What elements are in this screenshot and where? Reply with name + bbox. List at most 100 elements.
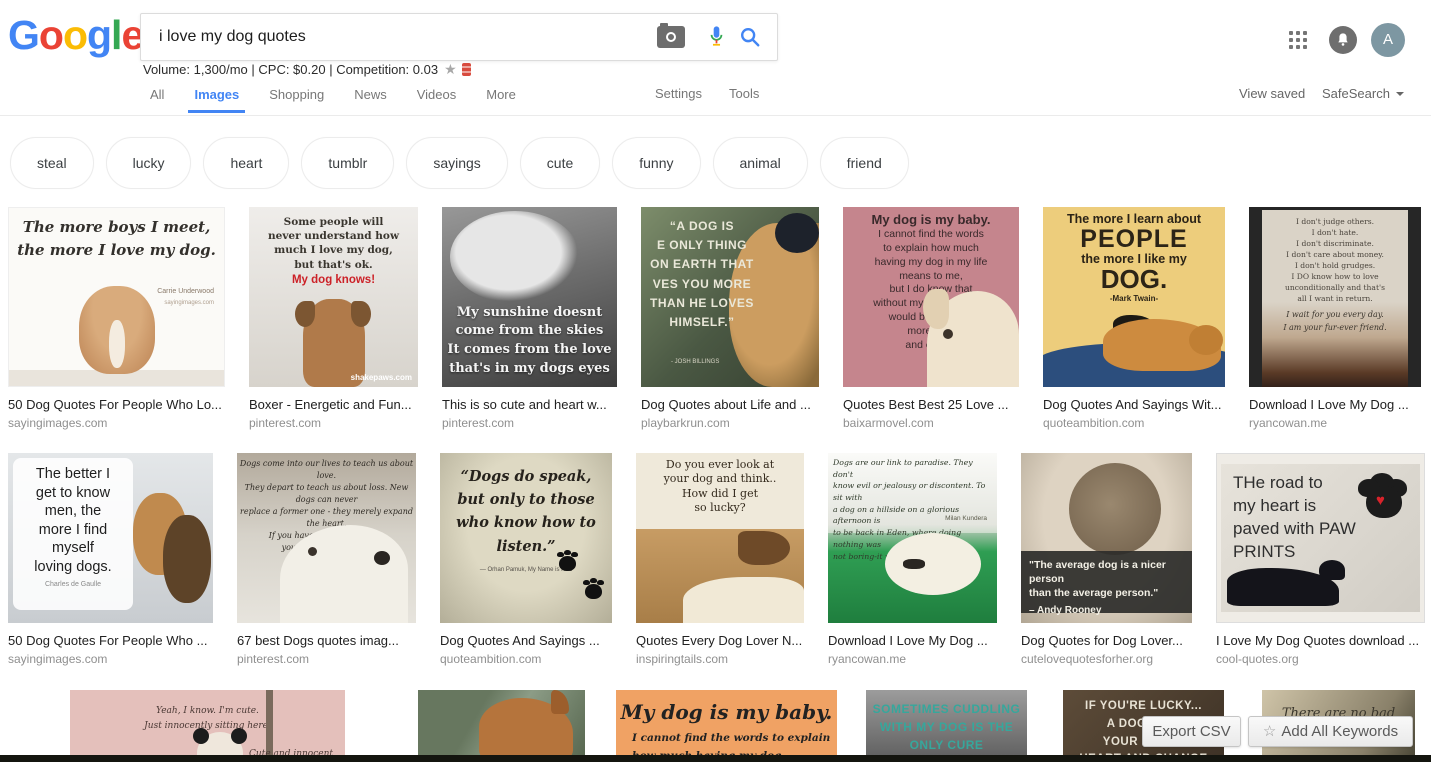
- result-title[interactable]: Download I Love My Dog ...: [1249, 397, 1421, 412]
- chip-cute[interactable]: cute: [520, 137, 600, 189]
- chip-lucky[interactable]: lucky: [106, 137, 192, 189]
- result-domain: inspiringtails.com: [636, 652, 804, 666]
- paw-print-icon: [559, 556, 576, 571]
- keywords-everywhere-icon[interactable]: [462, 63, 471, 76]
- logo-letter: l: [111, 12, 121, 58]
- image-result[interactable]: The more I learn about PEOPLE the more I…: [1043, 207, 1225, 430]
- chip-animal[interactable]: animal: [713, 137, 808, 189]
- image-result[interactable]: Yeah, I know. I'm cute. Just innocently …: [70, 690, 345, 762]
- image-result[interactable]: Do you ever look at your dog and think..…: [636, 453, 804, 666]
- chip-sayings[interactable]: sayings: [406, 137, 507, 189]
- paw-heart-icon: [1366, 486, 1402, 518]
- tab-images[interactable]: Images: [194, 86, 239, 104]
- chip-funny[interactable]: funny: [612, 137, 700, 189]
- result-title[interactable]: Quotes Every Dog Lover N...: [636, 633, 804, 648]
- framed-photo: THe road to my heart is paved with PAW P…: [1221, 464, 1420, 612]
- view-saved-link[interactable]: View saved: [1239, 86, 1305, 101]
- image-result[interactable]: My dog is my baby. I cannot find the wor…: [843, 207, 1019, 430]
- result-title[interactable]: Boxer - Energetic and Fun...: [249, 397, 418, 412]
- image-result[interactable]: SOMETIMES CUDDLING WITH MY DOG IS THE ON…: [866, 690, 1027, 762]
- tab-shopping[interactable]: Shopping: [269, 86, 324, 104]
- tab-all[interactable]: All: [150, 86, 164, 104]
- tab-videos[interactable]: Videos: [417, 86, 457, 104]
- search-icon[interactable]: [739, 26, 761, 53]
- search-bar[interactable]: [140, 13, 778, 61]
- apps-grid-icon[interactable]: [1289, 31, 1308, 50]
- star-icon[interactable]: ★: [444, 61, 457, 77]
- image-result[interactable]: Some people will never understand how mu…: [249, 207, 418, 430]
- chip-friend[interactable]: friend: [820, 137, 909, 189]
- result-title[interactable]: Dog Quotes And Sayings Wit...: [1043, 397, 1225, 412]
- result-title[interactable]: I Love My Dog Quotes download ...: [1216, 633, 1425, 648]
- quote-credit: -Mark Twain-: [1043, 294, 1225, 303]
- quote-line: DOG.: [1043, 266, 1225, 293]
- quote-credit: Carrie Underwood: [157, 288, 214, 295]
- result-thumbnail[interactable]: The more boys I meet, the more I love my…: [8, 207, 225, 387]
- image-result[interactable]: [418, 690, 585, 762]
- safesearch-dropdown[interactable]: SafeSearch: [1322, 86, 1404, 101]
- bottom-dark-strip: [0, 755, 1431, 762]
- result-domain: baixarmovel.com: [843, 416, 1019, 430]
- result-thumbnail[interactable]: The better I get to know men, the more I…: [8, 453, 213, 623]
- result-thumbnail[interactable]: Do you ever look at your dog and think..…: [636, 453, 804, 623]
- image-result[interactable]: My sunshine doesnt come from the skies I…: [442, 207, 617, 430]
- image-result[interactable]: The more boys I meet, the more I love my…: [8, 207, 225, 430]
- result-thumbnail[interactable]: “A DOG IS E ONLY THING ON EARTH THAT VES…: [641, 207, 819, 387]
- image-result[interactable]: I don't judge others. I don't hate. I do…: [1249, 207, 1421, 430]
- result-thumbnail[interactable]: "The average dog is a nicer person than …: [1021, 453, 1192, 623]
- result-title[interactable]: 67 best Dogs quotes imag...: [237, 633, 416, 648]
- image-result[interactable]: My dog is my baby. I cannot find the wor…: [616, 690, 837, 762]
- image-result[interactable]: The better I get to know men, the more I…: [8, 453, 213, 666]
- dog-illustration: [885, 533, 981, 595]
- image-result[interactable]: "The average dog is a nicer person than …: [1021, 453, 1192, 666]
- google-logo[interactable]: Google: [8, 12, 143, 59]
- result-title[interactable]: This is so cute and heart w...: [442, 397, 617, 412]
- result-title[interactable]: Dog Quotes for Dog Lover...: [1021, 633, 1192, 648]
- result-thumbnail[interactable]: My sunshine doesnt come from the skies I…: [442, 207, 617, 387]
- result-thumbnail[interactable]: My dog is my baby. I cannot find the wor…: [843, 207, 1019, 387]
- add-all-keywords-button[interactable]: ☆Add All Keywords: [1248, 716, 1413, 747]
- chevron-down-icon: [1396, 92, 1404, 100]
- quote-text: Yeah, I know. I'm cute. Just innocently …: [70, 690, 345, 735]
- result-thumbnail[interactable]: Some people will never understand how mu…: [249, 207, 418, 387]
- paw-print-icon: [585, 584, 602, 599]
- camera-icon[interactable]: [657, 26, 685, 48]
- pillow-illustration: [683, 577, 804, 623]
- image-result[interactable]: Dogs come into our lives to teach us abo…: [237, 453, 416, 666]
- image-result[interactable]: “Dogs do speak, but only to those who kn…: [440, 453, 612, 666]
- quote-credit: – Andy Rooney: [1029, 605, 1184, 616]
- result-thumbnail[interactable]: Dogs are our link to paradise. They don'…: [828, 453, 997, 623]
- tab-news[interactable]: News: [354, 86, 387, 104]
- export-csv-button[interactable]: Export CSV: [1142, 716, 1241, 747]
- result-title[interactable]: Quotes Best Best 25 Love ...: [843, 397, 1019, 412]
- chip-tumblr[interactable]: tumblr: [301, 137, 394, 189]
- result-thumbnail[interactable]: The more I learn about PEOPLE the more I…: [1043, 207, 1225, 387]
- result-thumbnail[interactable]: “Dogs do speak, but only to those who kn…: [440, 453, 612, 623]
- result-title[interactable]: Download I Love My Dog ...: [828, 633, 997, 648]
- image-result[interactable]: THe road to my heart is paved with PAW P…: [1216, 453, 1425, 666]
- result-thumbnail[interactable]: THe road to my heart is paved with PAW P…: [1216, 453, 1425, 623]
- result-title[interactable]: 50 Dog Quotes For People Who ...: [8, 633, 213, 648]
- tab-more[interactable]: More: [486, 86, 516, 104]
- result-title[interactable]: Dog Quotes And Sayings ...: [440, 633, 612, 648]
- settings-menu[interactable]: Settings: [655, 86, 702, 101]
- image-result[interactable]: Dogs are our link to paradise. They don'…: [828, 453, 997, 666]
- result-domain: quoteambition.com: [440, 652, 612, 666]
- result-title[interactable]: 50 Dog Quotes For People Who Lo...: [8, 397, 225, 412]
- quote-text: Some people will never understand how mu…: [249, 207, 418, 272]
- tools-menu[interactable]: Tools: [729, 86, 759, 101]
- result-thumbnail[interactable]: I don't judge others. I don't hate. I do…: [1249, 207, 1421, 387]
- search-input[interactable]: [157, 15, 621, 59]
- chip-steal[interactable]: steal: [10, 137, 94, 189]
- image-result[interactable]: “A DOG IS E ONLY THING ON EARTH THAT VES…: [641, 207, 819, 430]
- result-domain: pinterest.com: [249, 416, 418, 430]
- result-thumbnail[interactable]: Dogs come into our lives to teach us abo…: [237, 453, 416, 623]
- logo-letter: o: [39, 12, 63, 58]
- chip-heart[interactable]: heart: [203, 137, 289, 189]
- notifications-bell-icon[interactable]: [1329, 26, 1357, 54]
- result-domain: sayingimages.com: [8, 416, 225, 430]
- account-avatar[interactable]: A: [1371, 23, 1405, 57]
- result-title[interactable]: Dog Quotes about Life and ...: [641, 397, 819, 412]
- mic-icon[interactable]: [708, 25, 725, 54]
- star-icon: ☆: [1263, 723, 1276, 740]
